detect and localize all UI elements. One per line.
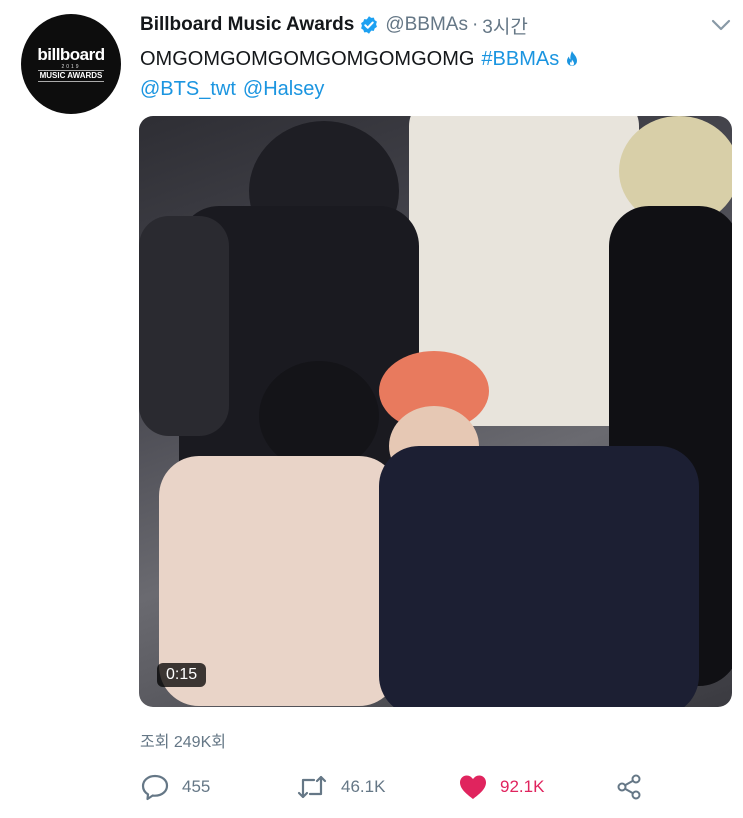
reply-count: 455	[182, 777, 211, 796]
video-player[interactable]: 0:15	[139, 116, 732, 707]
verified-badge-icon	[361, 16, 378, 34]
avatar[interactable]: billboard 2019 MUSIC AWARDS	[21, 14, 121, 114]
mention-link-halsey[interactable]: @Halsey	[243, 74, 324, 104]
action-bar: 455 46.1K 92.1K	[140, 772, 680, 802]
avatar-logo-main: billboard	[37, 45, 105, 64]
like-count: 92.1K	[500, 777, 545, 796]
tweet-text: OMGOMGOMGOMGOMGOMGOMG #BBMAs @BTS_twt @H…	[140, 44, 700, 104]
hashtag-link[interactable]: #BBMAs	[481, 44, 559, 74]
reply-button[interactable]: 455	[140, 772, 210, 802]
heart-icon	[460, 775, 486, 799]
retweet-icon	[297, 775, 327, 799]
view-count: 조회 249K회	[140, 734, 226, 751]
share-button[interactable]	[614, 772, 644, 802]
reply-icon	[141, 774, 169, 801]
tweet-body: OMGOMGOMGOMGOMGOMGOMG	[140, 48, 475, 70]
mention-link-bts[interactable]: @BTS_twt	[140, 74, 236, 104]
video-frame-figure	[259, 361, 379, 471]
share-icon	[617, 774, 641, 800]
retweet-count: 46.1K	[341, 777, 386, 796]
tweet-header: Billboard Music Awards @BBMAs · 3시간	[140, 10, 528, 40]
fire-emoji-icon	[567, 51, 578, 66]
separator-dot: ·	[471, 14, 479, 35]
display-name[interactable]: Billboard Music Awards	[140, 14, 354, 36]
chevron-down-icon[interactable]	[710, 18, 732, 32]
video-frame-figure	[139, 216, 229, 436]
video-frame-figure	[379, 446, 699, 707]
video-duration-badge: 0:15	[157, 663, 207, 687]
handle[interactable]: @BBMAs	[385, 14, 468, 36]
avatar-logo-sub: MUSIC AWARDS	[37, 70, 105, 82]
retweet-button[interactable]: 46.1K	[295, 772, 385, 802]
like-button[interactable]: 92.1K	[458, 772, 544, 802]
timestamp[interactable]: 3시간	[482, 12, 528, 39]
